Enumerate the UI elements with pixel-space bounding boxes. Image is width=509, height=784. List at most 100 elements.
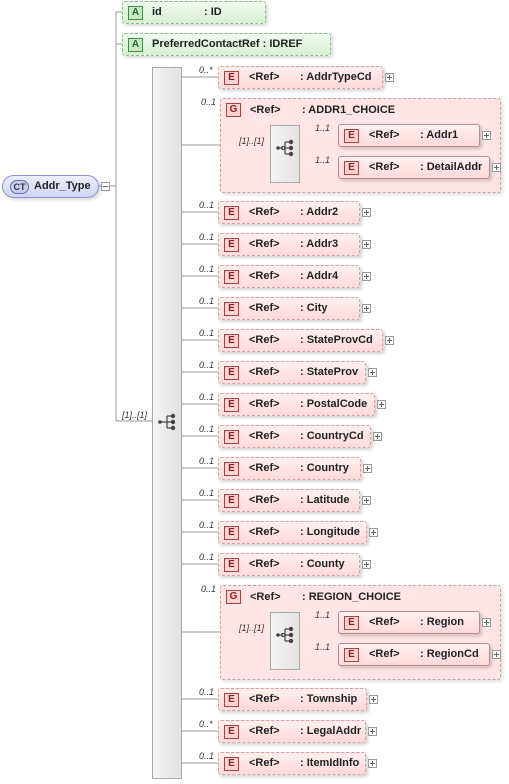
element-cardinality: 0..1	[199, 751, 215, 761]
element-badge: E	[224, 238, 239, 252]
element-node[interactable]: E <Ref>: Township	[218, 688, 367, 711]
expand-icon[interactable]	[373, 432, 382, 441]
group-badge: G	[226, 590, 241, 604]
element-cardinality: 0..1	[201, 97, 217, 107]
element-ref: <Ref>	[369, 648, 400, 660]
element-ref: <Ref>	[249, 398, 280, 410]
element-node[interactable]: E <Ref>: PostalCode	[218, 393, 375, 416]
element-badge: E	[224, 757, 239, 771]
element-cardinality: 1..1	[315, 610, 331, 620]
element-node[interactable]: E <Ref>: DetailAddr	[338, 156, 490, 179]
element-ref: <Ref>	[249, 430, 280, 442]
element-ref: <Ref>	[249, 757, 280, 769]
element-name: : StateProvCd	[300, 334, 373, 346]
element-node[interactable]: E <Ref>: Addr4	[218, 265, 360, 288]
element-node[interactable]: E <Ref>: County	[218, 553, 360, 576]
expand-icon[interactable]	[492, 163, 501, 172]
expand-icon[interactable]	[492, 650, 501, 659]
element-node[interactable]: E <Ref>: Addr2	[218, 201, 360, 224]
element-node[interactable]: E <Ref>: ItemIdInfo	[218, 752, 366, 775]
element-ref: <Ref>	[249, 494, 280, 506]
element-node[interactable]: E <Ref> : Addr3	[218, 233, 360, 256]
element-node[interactable]: E <Ref>: Longitude	[218, 521, 367, 544]
expand-icon[interactable]	[377, 400, 386, 409]
attribute-id[interactable]: A id : ID	[122, 1, 266, 24]
element-node[interactable]: E <Ref>: Region	[338, 611, 480, 634]
element-badge: E	[344, 616, 359, 630]
element-name: : City	[300, 302, 328, 314]
element-badge: E	[224, 430, 239, 444]
element-cardinality: 0..1	[199, 520, 215, 530]
expand-icon[interactable]	[362, 304, 371, 313]
element-name: : Addr3	[300, 238, 339, 250]
element-node[interactable]: E <Ref>: StateProvCd	[218, 329, 383, 352]
element-name: : Region	[420, 616, 464, 628]
expand-icon[interactable]	[362, 240, 371, 249]
attribute-badge: A	[128, 38, 143, 52]
expand-icon[interactable]	[362, 208, 371, 217]
expand-icon[interactable]	[369, 528, 378, 537]
complex-type-name: Addr_Type	[34, 180, 91, 192]
element-cardinality: 0..1	[199, 456, 215, 466]
expand-icon[interactable]	[368, 759, 377, 768]
sequence-icon	[158, 413, 176, 431]
element-ref: <Ref>	[249, 366, 280, 378]
element-name: : DetailAddr	[420, 161, 483, 173]
expand-icon[interactable]	[482, 618, 491, 627]
element-badge: E	[224, 558, 239, 572]
element-badge: E	[344, 648, 359, 662]
element-node[interactable]: E <Ref>: City	[218, 297, 360, 320]
element-cardinality: 1..1	[315, 642, 331, 652]
element-badge: E	[344, 161, 359, 175]
element-badge: E	[224, 725, 239, 739]
element-badge: E	[224, 334, 239, 348]
expand-icon[interactable]	[362, 496, 371, 505]
expand-icon[interactable]	[368, 368, 377, 377]
element-cardinality: 0..1	[199, 232, 215, 242]
element-cardinality: 0..1	[199, 488, 215, 498]
expand-icon[interactable]	[482, 131, 491, 140]
element-cardinality: 1..1	[315, 123, 331, 133]
expand-icon[interactable]	[385, 73, 394, 82]
element-cardinality: 0..1	[199, 328, 215, 338]
choice-icon	[276, 626, 294, 644]
element-node[interactable]: E <Ref>: CountryCd	[218, 425, 371, 448]
group-name: : REGION_CHOICE	[302, 591, 402, 603]
element-badge: E	[224, 366, 239, 380]
element-node[interactable]: E <Ref> : Latitude	[218, 489, 360, 512]
expand-icon[interactable]	[385, 336, 394, 345]
expand-icon[interactable]	[363, 464, 372, 473]
attribute-type: : ID	[204, 6, 222, 18]
collapse-icon[interactable]	[101, 182, 110, 191]
element-badge: E	[224, 494, 239, 508]
element-name: : Latitude	[300, 494, 350, 506]
element-badge: E	[344, 129, 359, 143]
element-node[interactable]: E <Ref>: Country	[218, 457, 361, 480]
element-name: : Longitude	[300, 526, 360, 538]
element-badge: E	[224, 526, 239, 540]
complex-type-node[interactable]: CT Addr_Type	[2, 175, 99, 198]
element-node[interactable]: E <Ref>: StateProv	[218, 361, 366, 384]
element-ref: <Ref>	[249, 725, 280, 737]
element-node[interactable]: E <Ref>: Addr1	[338, 124, 480, 147]
attribute-preferred-contact-ref[interactable]: A PreferredContactRef : IDREF	[122, 33, 331, 56]
element-ref: <Ref>	[249, 238, 280, 250]
group-name: : ADDR1_CHOICE	[302, 104, 396, 116]
element-name: : RegionCd	[420, 648, 479, 660]
element-node[interactable]: E <Ref>: LegalAddr	[218, 720, 366, 743]
element-ref: <Ref>	[249, 558, 280, 570]
expand-icon[interactable]	[362, 272, 371, 281]
expand-icon[interactable]	[369, 695, 378, 704]
element-ref: <Ref>	[249, 270, 280, 282]
element-cardinality: 0..*	[199, 65, 213, 75]
element-node[interactable]: E <Ref> : RegionCd	[338, 643, 490, 666]
element-ref: <Ref>	[249, 302, 280, 314]
expand-icon[interactable]	[362, 560, 371, 569]
element-name: : Addr1	[420, 129, 459, 141]
element-badge: E	[224, 270, 239, 284]
choice-cardinality: [1]..[1]	[239, 136, 265, 146]
element-cardinality: 0..1	[199, 687, 215, 697]
element-name: : AddrTypeCd	[300, 71, 372, 83]
expand-icon[interactable]	[368, 727, 377, 736]
element-node[interactable]: E <Ref>: AddrTypeCd	[218, 66, 383, 89]
